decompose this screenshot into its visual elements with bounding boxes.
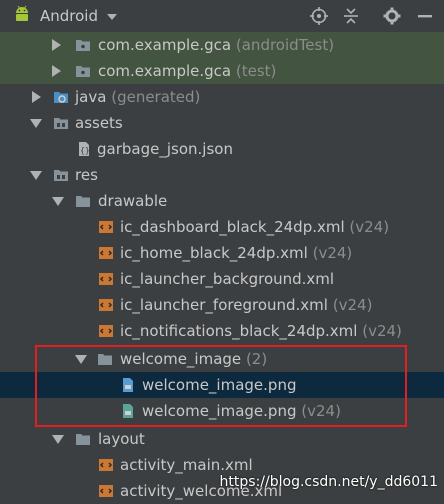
xml-file-icon [98, 483, 114, 499]
expand-arrow-icon[interactable] [51, 65, 61, 77]
xml-file-icon [98, 297, 114, 313]
expand-arrow-icon[interactable] [31, 91, 41, 103]
tree-row-layout[interactable]: layout [0, 426, 444, 452]
locate-icon[interactable] [308, 5, 330, 27]
tree-suffix: (androidTest) [235, 36, 335, 54]
tree-row-ic-notifications[interactable]: ic_notifications_black_24dp.xml (v24) [0, 318, 444, 344]
tree-suffix: (v24) [362, 322, 402, 340]
tree-row-package-test[interactable]: com.example.gca (test) [0, 58, 444, 84]
tree-suffix: (v24) [301, 402, 341, 420]
folder-icon [75, 193, 91, 209]
android-icon [14, 5, 30, 27]
package-folder-icon [75, 37, 91, 53]
svg-text:{}: {} [80, 146, 90, 155]
resource-folder-icon [53, 115, 69, 131]
collapse-all-icon[interactable] [340, 5, 362, 27]
xml-file-icon [98, 457, 114, 473]
tree-label: garbage_json.json [97, 140, 233, 158]
xml-file-icon [98, 219, 114, 235]
folder-icon [97, 351, 113, 367]
tree-row-ic-home[interactable]: ic_home_black_24dp.xml (v24) [0, 240, 444, 266]
tree-label: ic_home_black_24dp.xml [120, 244, 308, 262]
tree-row-ic-dashboard[interactable]: ic_dashboard_black_24dp.xml (v24) [0, 214, 444, 240]
settings-gear-icon[interactable] [381, 5, 403, 27]
folder-icon [75, 431, 91, 447]
image-file-icon [120, 403, 136, 419]
tree-label: ic_notifications_black_24dp.xml [120, 322, 358, 340]
tree-row-res[interactable]: res [0, 162, 444, 188]
watermark-text: https://blog.csdn.net/y_dd6011 [219, 474, 438, 490]
collapse-arrow-icon[interactable] [30, 117, 42, 129]
collapse-arrow-icon[interactable] [52, 433, 64, 445]
project-toolbar: Android [0, 0, 444, 33]
tree-label: ic_dashboard_black_24dp.xml [120, 218, 345, 236]
xml-file-icon [98, 323, 114, 339]
tree-label: assets [75, 114, 123, 132]
tree-label: ic_launcher_foreground.xml [120, 296, 328, 314]
collapse-arrow-icon[interactable] [30, 169, 42, 181]
tree-row-package-android-test[interactable]: com.example.gca (androidTest) [0, 32, 444, 58]
tree-label: drawable [98, 192, 168, 210]
tree-suffix: (v24) [349, 218, 390, 236]
project-tree: com.example.gca (androidTest) com.exampl… [0, 32, 444, 500]
xml-file-icon [98, 245, 114, 261]
tree-suffix: (v24) [332, 296, 373, 314]
expand-arrow-icon[interactable] [51, 39, 61, 51]
tree-suffix: (generated) [111, 88, 201, 106]
collapse-arrow-icon[interactable] [75, 353, 87, 365]
tree-suffix: (2) [245, 350, 268, 368]
tree-label: java [75, 88, 107, 106]
resource-folder-icon [53, 167, 69, 183]
project-view-title: Android [40, 7, 98, 25]
tree-label: welcome_image.png [142, 376, 297, 394]
project-view-selector[interactable]: Android [14, 5, 117, 27]
tree-suffix: (v24) [312, 244, 353, 262]
image-file-icon [120, 377, 136, 393]
dropdown-caret-icon [107, 8, 117, 24]
tree-row-assets[interactable]: assets [0, 110, 444, 136]
package-folder-icon [75, 63, 91, 79]
tree-label: ic_launcher_background.xml [120, 270, 335, 288]
tree-label: com.example.gca [98, 36, 232, 54]
json-file-icon: {} [76, 141, 92, 157]
tree-suffix: (test) [235, 62, 277, 80]
tree-row-welcome-image-png[interactable]: welcome_image.png [0, 372, 444, 398]
tree-label: com.example.gca [98, 62, 232, 80]
tree-label: activity_main.xml [120, 456, 253, 474]
collapse-arrow-icon[interactable] [52, 195, 64, 207]
tree-label: welcome_image.png [142, 402, 297, 420]
generated-sources-folder-icon [53, 89, 69, 105]
hide-panel-icon[interactable] [414, 5, 436, 27]
tree-row-ic-launcher-foreground[interactable]: ic_launcher_foreground.xml (v24) [0, 292, 444, 318]
tree-row-java-generated[interactable]: java (generated) [0, 84, 444, 110]
tree-row-drawable[interactable]: drawable [0, 188, 444, 214]
tree-row-garbage-json[interactable]: {} garbage_json.json [0, 136, 444, 162]
tree-label: welcome_image [120, 350, 242, 368]
tree-row-welcome-image-png-v24[interactable]: welcome_image.png (v24) [0, 398, 444, 424]
xml-file-icon [98, 271, 114, 287]
tree-label: layout [98, 430, 145, 448]
tree-row-welcome-image-group[interactable]: welcome_image (2) [0, 346, 444, 372]
tree-row-ic-launcher-background[interactable]: ic_launcher_background.xml [0, 266, 444, 292]
tree-label: res [75, 166, 98, 184]
